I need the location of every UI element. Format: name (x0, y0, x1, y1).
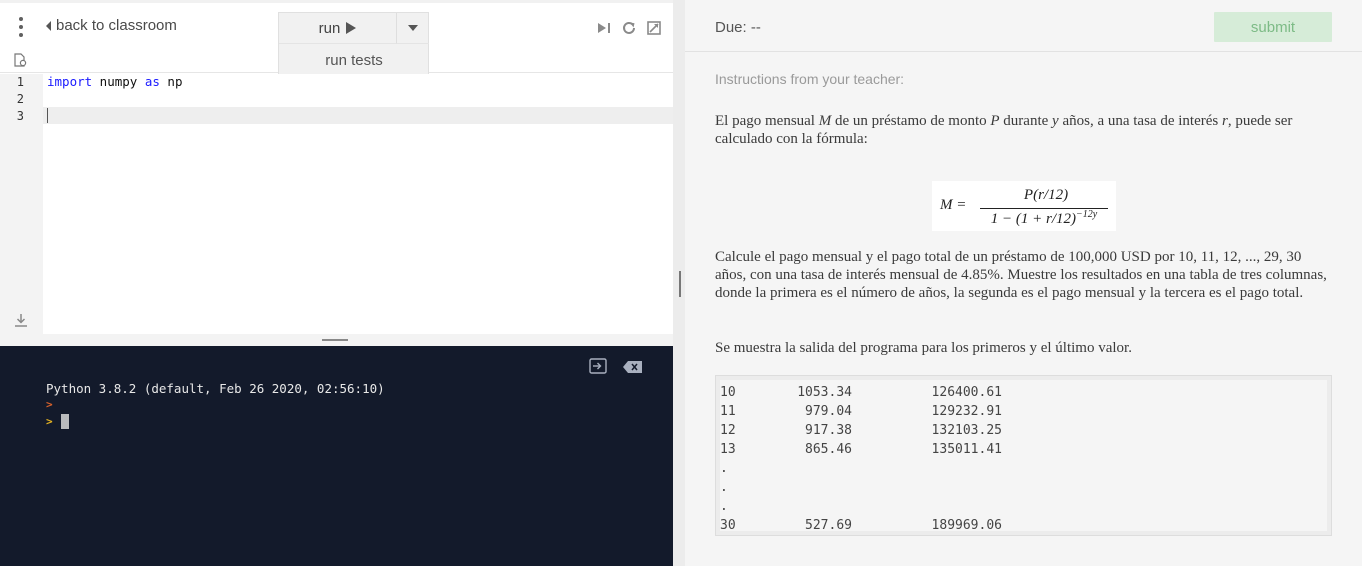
output-years: 12 (720, 423, 736, 438)
output-years: 13 (720, 442, 736, 457)
step-icon[interactable] (596, 20, 612, 36)
code-line[interactable]: import numpy as np (47, 74, 182, 90)
formula-numerator: P(r/12) (1023, 187, 1069, 203)
expand-icon[interactable] (646, 20, 662, 36)
text-cursor (47, 108, 48, 123)
console-prompt: > (46, 398, 53, 411)
output-ellipsis: . (720, 461, 728, 476)
console-prompt: > (46, 415, 53, 428)
restart-icon[interactable] (621, 20, 637, 36)
formula-denominator: 1 − (1 + r/12)−12y (978, 209, 1110, 228)
line-number: 2 (16, 92, 24, 106)
formula-exponent: −12y (1076, 209, 1098, 220)
output-total: 132103.25 (931, 423, 1002, 438)
text: años, a una tasa de interés (1058, 113, 1222, 129)
code-editor[interactable]: 1 2 3 import numpy as np (0, 74, 673, 334)
output-monthly: 979.04 (805, 404, 852, 419)
text: El pago mensual (715, 113, 819, 129)
assignment-header: Due: -- submit (685, 0, 1362, 52)
code-alias: np (159, 74, 183, 89)
splitter-grip (679, 271, 681, 297)
output-years: 30 (720, 518, 736, 533)
instructions-paragraph: Calcule el pago mensual y el pago total … (715, 249, 1327, 301)
math-variable: M (818, 113, 832, 129)
output-monthly: 917.38 (805, 423, 852, 438)
resize-grip (322, 339, 348, 341)
output-total: 135011.41 (931, 442, 1002, 457)
pane-splitter[interactable] (673, 0, 685, 566)
code-keyword: import (47, 74, 93, 89)
due-date: Due: -- (715, 19, 761, 36)
run-tests-button[interactable]: run tests (279, 45, 429, 76)
editor-tools (596, 20, 662, 36)
formula-image: M = P(r/12) 1 − (1 + r/12)−12y (932, 181, 1116, 231)
console[interactable]: Python 3.8.2 (default, Feb 26 2020, 02:5… (0, 346, 673, 566)
output-monthly: 1053.34 (797, 385, 852, 400)
line-number: 3 (16, 109, 24, 123)
output-total: 126400.61 (931, 385, 1002, 400)
back-link-label: back to classroom (56, 17, 177, 34)
code-module: numpy (92, 74, 145, 89)
exit-console-icon[interactable] (589, 358, 607, 374)
output-monthly: 527.69 (805, 518, 852, 533)
more-options-icon[interactable] (12, 15, 30, 39)
code-pane: back to classroom run run tests 1 2 3 im… (0, 0, 673, 566)
run-label: run (318, 19, 341, 37)
editor-toolbar: back to classroom run run tests (0, 3, 673, 75)
back-to-classroom-link[interactable]: back to classroom (46, 17, 177, 34)
output-years: 11 (720, 404, 736, 419)
run-button-group: run run tests (278, 12, 429, 75)
instructions-pane: Due: -- submit Instructions from your te… (685, 0, 1362, 566)
instructions-paragraph: El pago mensual M de un préstamo de mont… (715, 112, 1335, 148)
caret-left-icon (46, 20, 51, 31)
console-resize-handle[interactable] (0, 334, 673, 346)
math-variable: P (990, 113, 1000, 129)
play-icon (346, 22, 357, 34)
active-line-highlight (43, 107, 673, 124)
submit-button[interactable]: submit (1214, 12, 1332, 42)
file-settings-icon[interactable] (13, 53, 27, 67)
chevron-down-icon (408, 25, 418, 31)
output-total: 189969.06 (931, 518, 1002, 533)
output-years: 10 (720, 385, 736, 400)
run-button[interactable]: run (279, 13, 397, 44)
output-monthly: 865.46 (805, 442, 852, 457)
line-number-gutter: 1 2 3 (0, 74, 43, 334)
math-variable: y (1052, 113, 1059, 129)
instructions-heading: Instructions from your teacher: (715, 71, 905, 87)
code-keyword: as (144, 74, 160, 89)
run-options-dropdown[interactable] (397, 13, 429, 44)
console-cursor (61, 414, 69, 429)
output-ellipsis: . (720, 480, 728, 495)
download-icon[interactable] (13, 312, 29, 328)
sample-output: 10 1053.34 126400.61 11 979.04 129232.91 12 9… (720, 380, 1327, 533)
sample-output-block: 10 1053.34 126400.61 11 979.04 129232.91 12 9… (715, 375, 1332, 536)
formula-denominator-base: 1 − (1 + r/12) (990, 211, 1077, 227)
text: durante (999, 113, 1053, 129)
text: de un préstamo de monto (831, 113, 991, 129)
clear-console-icon[interactable] (623, 361, 642, 373)
formula-lhs: M = (940, 197, 967, 213)
instructions-paragraph: Se muestra la salida del programa para l… (715, 340, 1132, 356)
output-total: 129232.91 (931, 404, 1002, 419)
line-number: 1 (16, 75, 24, 89)
console-banner: Python 3.8.2 (default, Feb 26 2020, 02:5… (46, 381, 385, 396)
output-ellipsis: . (720, 499, 728, 514)
